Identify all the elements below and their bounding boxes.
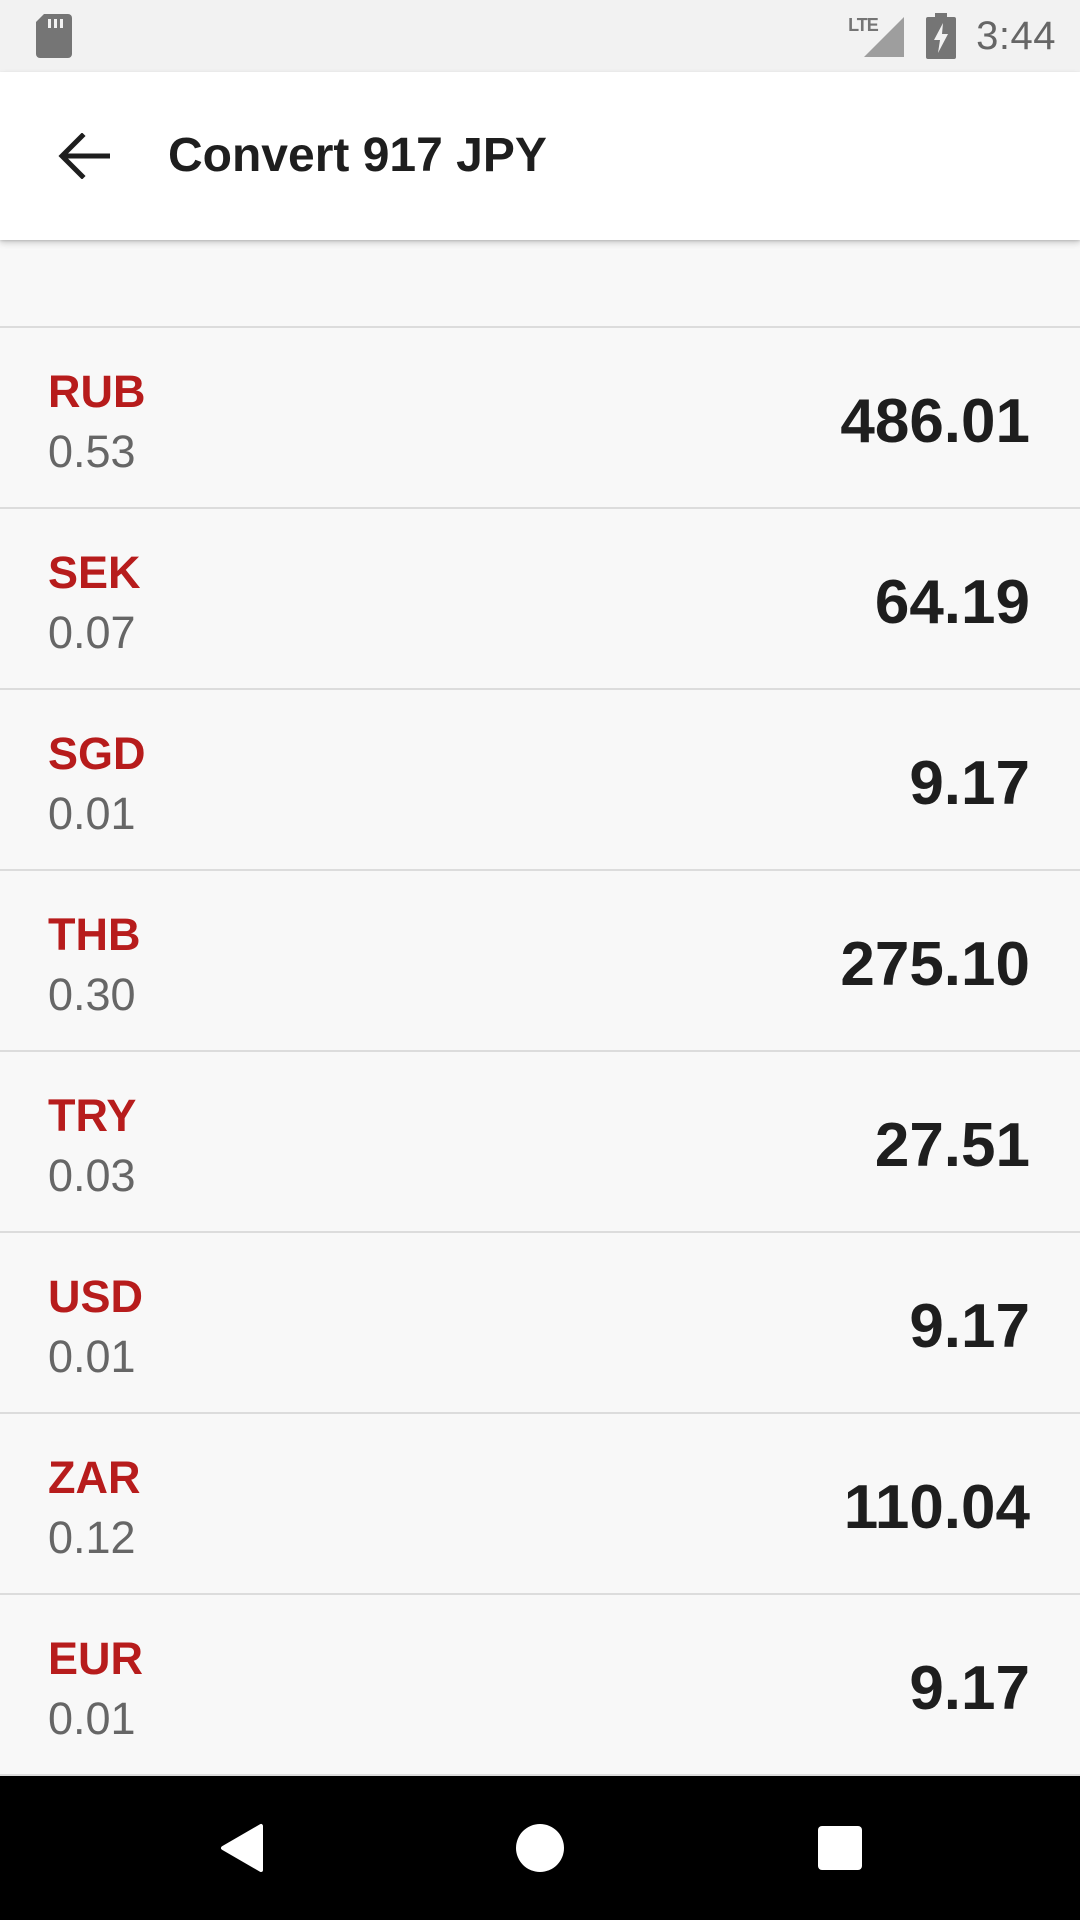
currency-list: RUB 0.53 486.01 SEK 0.07 64.19 SGD 0.01 … <box>0 326 1080 1776</box>
converted-value: 9.17 <box>909 1654 1030 1723</box>
list-item-zar[interactable]: ZAR 0.12 110.04 <box>0 1414 1080 1595</box>
list-item-try[interactable]: TRY 0.03 27.51 <box>0 1052 1080 1233</box>
list-item-sgd[interactable]: SGD 0.01 9.17 <box>0 690 1080 871</box>
nav-recents-icon <box>818 1826 862 1870</box>
currency-rate: 0.01 <box>48 1331 136 1382</box>
currency-code: THB <box>48 909 141 960</box>
currency-rate: 0.01 <box>48 1693 136 1744</box>
navigation-bar <box>0 1776 1080 1920</box>
sd-card-icon <box>36 14 72 58</box>
page-title: Convert 917 JPY <box>168 129 547 182</box>
nav-back-button[interactable] <box>205 1812 277 1884</box>
list-item-thb[interactable]: THB 0.30 275.10 <box>0 871 1080 1052</box>
currency-rate: 0.07 <box>48 607 136 658</box>
converted-value: 9.17 <box>909 749 1030 818</box>
converted-value: 275.10 <box>840 930 1030 999</box>
currency-code: SEK <box>48 547 141 598</box>
list-item-sek[interactable]: SEK 0.07 64.19 <box>0 509 1080 690</box>
converted-value: 27.51 <box>874 1111 1030 1180</box>
converted-value: 64.19 <box>874 568 1030 637</box>
converted-value: 110.04 <box>843 1473 1030 1542</box>
converted-value: 9.17 <box>909 1292 1030 1361</box>
currency-code: RUB <box>48 366 146 417</box>
nav-home-icon <box>516 1824 564 1872</box>
list-item-rub[interactable]: RUB 0.53 486.01 <box>0 328 1080 509</box>
app-bar: Convert 917 JPY <box>0 72 1080 240</box>
nav-back-icon <box>221 1824 263 1872</box>
battery-charging-icon <box>926 13 957 59</box>
arrow-back-icon <box>58 133 110 179</box>
currency-rate: 0.53 <box>48 426 136 477</box>
currency-rate: 0.30 <box>48 969 136 1020</box>
currency-code: SGD <box>48 728 146 779</box>
currency-rate: 0.12 <box>48 1512 136 1563</box>
currency-code: ZAR <box>48 1452 141 1503</box>
status-clock: 3:44 <box>976 13 1056 58</box>
converted-value: 486.01 <box>840 387 1030 456</box>
currency-rate: 0.03 <box>48 1150 136 1201</box>
currency-rate: 0.01 <box>48 788 136 839</box>
list-item-usd[interactable]: USD 0.01 9.17 <box>0 1233 1080 1414</box>
list-item-eur[interactable]: EUR 0.01 9.17 <box>0 1595 1080 1776</box>
nav-recents-button[interactable] <box>804 1812 876 1884</box>
currency-code: USD <box>48 1271 144 1322</box>
currency-code: EUR <box>48 1633 144 1684</box>
currency-code: TRY <box>48 1090 137 1141</box>
nav-home-button[interactable] <box>504 1812 576 1884</box>
status-bar: LTE 3:44 <box>0 0 1080 72</box>
back-button[interactable] <box>36 112 132 200</box>
lte-signal-icon: LTE <box>846 13 906 59</box>
